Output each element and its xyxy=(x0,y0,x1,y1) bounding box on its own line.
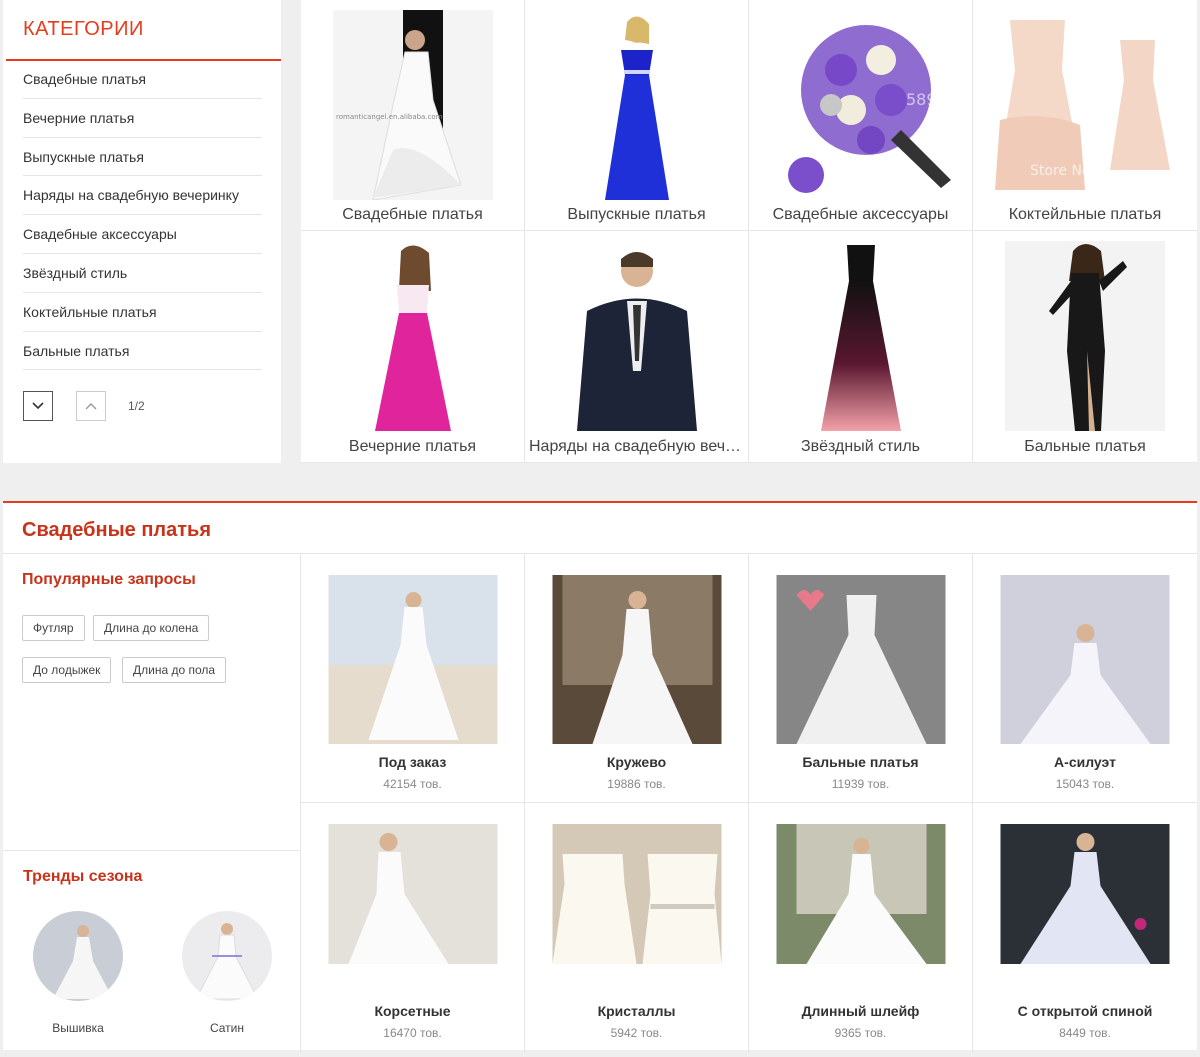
query-tag[interactable]: Длина до пола xyxy=(122,657,227,683)
pager-prev-button[interactable] xyxy=(76,391,106,421)
subcategory-name: Кристаллы xyxy=(597,1003,676,1019)
query-tag[interactable]: Футляр xyxy=(22,615,85,641)
categories-list: Свадебные платья Вечерние платья Выпускн… xyxy=(23,60,262,371)
filters-column: Популярные запросы Футляр Длина до колен… xyxy=(3,554,301,1052)
category-item[interactable]: Наряды на свадебную вечеринку xyxy=(23,176,262,216)
dress-image xyxy=(1000,575,1170,744)
category-tile[interactable]: 589044 Свадебные аксессуары xyxy=(749,0,973,231)
dress-image xyxy=(776,824,945,964)
subcategory-tile[interactable]: Под заказ 42154 тов. xyxy=(301,554,525,803)
subcategory-count: 9365 тов. xyxy=(834,1026,887,1040)
subcategory-name: С открытой спиной xyxy=(1017,1003,1153,1019)
svg-text:Store No: Store No xyxy=(1030,163,1091,179)
category-item[interactable]: Вечерние платья xyxy=(23,99,262,138)
category-tile-label: Свадебные платья xyxy=(342,206,483,223)
section-title: Свадебные платья xyxy=(22,519,212,541)
subcategory-count: 16470 тов. xyxy=(383,1026,442,1040)
categories-title: КАТЕГОРИИ xyxy=(23,18,144,40)
embroidery-dress-image xyxy=(33,911,123,1001)
category-item[interactable]: Звёздный стиль xyxy=(23,254,262,293)
pager-count: 1/2 xyxy=(128,399,145,413)
categories-panel: КАТЕГОРИИ Свадебные платья Вечерние плат… xyxy=(3,0,281,463)
svg-text:589044: 589044 xyxy=(906,90,956,109)
subcategory-count: 19886 тов. xyxy=(607,777,666,791)
pager-next-button[interactable] xyxy=(23,391,53,421)
trend-satin[interactable] xyxy=(182,911,272,1001)
subcategory-tile[interactable]: Бальные платья 11939 тов. xyxy=(749,554,973,803)
category-tile[interactable]: Store No Коктейльные платья xyxy=(973,0,1197,231)
divider xyxy=(3,850,301,851)
dress-image xyxy=(552,575,721,744)
category-item[interactable]: Выпускные платья xyxy=(23,138,262,177)
wedding-dress-image: romanticangel.en.alibaba.com xyxy=(332,10,493,200)
subcategory-tile[interactable]: Кристаллы 5942 тов. xyxy=(525,803,749,1052)
subcategory-count: 8449 тов. xyxy=(1059,1026,1111,1040)
season-trends-title: Тренды сезона xyxy=(23,868,143,885)
category-item[interactable]: Коктейльные платья xyxy=(23,293,262,332)
category-tile-label: Свадебные аксессуары xyxy=(772,206,949,223)
celebrity-dress-image xyxy=(780,241,941,431)
category-item[interactable]: Свадебные платья xyxy=(23,60,262,99)
evening-dress-image xyxy=(332,241,493,431)
trend-label: Сатин xyxy=(209,1021,245,1035)
subcategory-count: 15043 тов. xyxy=(1055,777,1115,791)
category-tile-label: Наряды на свадебную вече... xyxy=(529,438,748,455)
chevron-down-icon xyxy=(32,402,44,410)
category-tile-label: Бальные платья xyxy=(1024,438,1146,455)
category-tile[interactable]: romanticangel.en.alibaba.com Свадебные п… xyxy=(301,0,525,231)
subcategory-grid: Под заказ 42154 тов. Кружево 19886 тов. … xyxy=(301,554,1197,1052)
dress-image xyxy=(328,575,497,744)
trend-embroidery[interactable] xyxy=(33,911,123,1001)
svg-text:romanticangel.en.alibaba.com: romanticangel.en.alibaba.com xyxy=(336,113,443,121)
category-tile[interactable]: Вечерние платья xyxy=(301,231,525,463)
category-item[interactable]: Бальные платья xyxy=(23,332,262,371)
subcategory-tile[interactable]: А-силуэт 15043 тов. xyxy=(973,554,1197,803)
subcategory-tile[interactable]: Длинный шлейф 9365 тов. xyxy=(749,803,973,1052)
subcategory-count: 11939 тов. xyxy=(831,777,890,791)
subcategory-name: Бальные платья xyxy=(802,754,919,770)
category-tile[interactable]: Выпускные платья xyxy=(525,0,749,231)
subcategory-count: 5942 тов. xyxy=(610,1026,663,1040)
subcategory-count: 42154 тов. xyxy=(383,777,442,791)
subcategory-name: Корсетные xyxy=(374,1003,451,1019)
category-tile-label: Звёздный стиль xyxy=(800,438,921,455)
prom-dress-image xyxy=(556,10,717,200)
dress-image xyxy=(1000,824,1170,964)
query-tag[interactable]: Длина до колена xyxy=(93,615,210,641)
category-tiles-grid: romanticangel.en.alibaba.com Свадебные п… xyxy=(301,0,1197,463)
query-tag[interactable]: До лодыжек xyxy=(22,657,112,683)
subcategory-tile[interactable]: С открытой спиной 8449 тов. xyxy=(973,803,1197,1052)
wedding-dresses-section: Свадебные платья Популярные запросы Футл… xyxy=(3,501,1197,1052)
dress-image xyxy=(776,575,945,744)
subcategory-tile[interactable]: Кружево 19886 тов. xyxy=(525,554,749,803)
ball-gown-image xyxy=(1005,241,1165,431)
cocktail-dress-image: Store No xyxy=(990,10,1180,200)
dress-image xyxy=(552,824,721,964)
category-tile[interactable]: Бальные платья xyxy=(973,231,1197,463)
subcategory-name: Кружево xyxy=(606,754,667,770)
subcategory-tile[interactable]: Корсетные 16470 тов. xyxy=(301,803,525,1052)
suit-image xyxy=(556,241,717,431)
dress-image xyxy=(328,824,497,964)
category-tile[interactable]: Звёздный стиль xyxy=(749,231,973,463)
chevron-up-icon xyxy=(85,403,97,410)
category-tile-label: Выпускные платья xyxy=(567,206,706,223)
satin-dress-image xyxy=(182,911,272,1001)
category-item[interactable]: Свадебные аксессуары xyxy=(23,215,262,254)
trend-label: Вышивка xyxy=(52,1021,104,1035)
subcategory-name: А-силуэт xyxy=(1054,754,1116,770)
category-tile-label: Вечерние платья xyxy=(348,438,477,455)
category-tile-label: Коктейльные платья xyxy=(1008,206,1162,223)
popular-queries-title: Популярные запросы xyxy=(22,571,196,588)
subcategory-name: Длинный шлейф xyxy=(801,1003,920,1019)
bouquet-image: 589044 xyxy=(780,10,956,200)
category-tile[interactable]: Наряды на свадебную вече... xyxy=(525,231,749,463)
subcategory-name: Под заказ xyxy=(378,754,447,770)
